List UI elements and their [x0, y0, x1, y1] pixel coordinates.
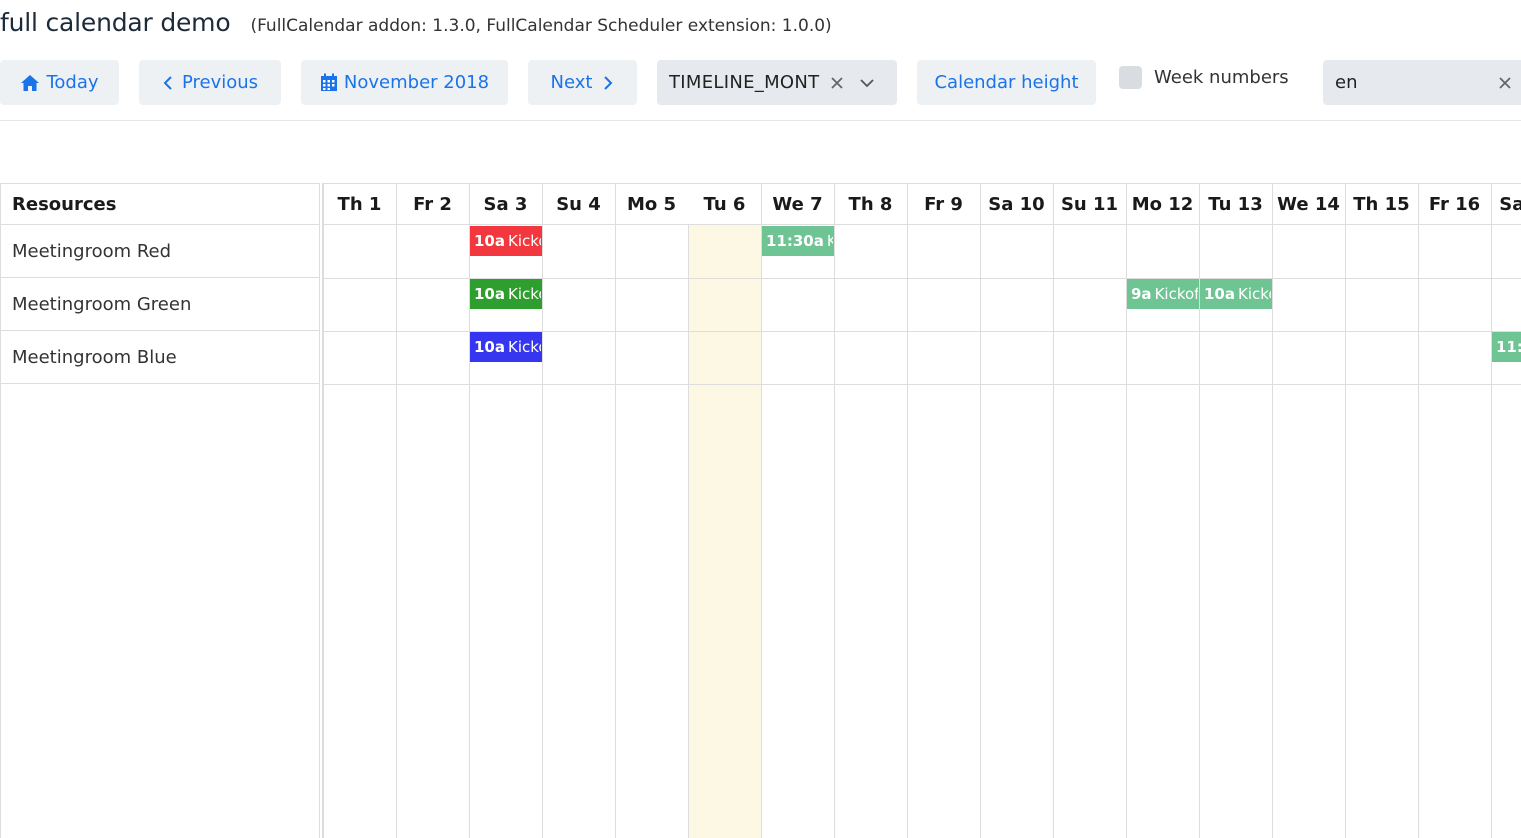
day-header: Sa 10 — [980, 183, 1053, 225]
calendar-event[interactable]: 10aKickoff — [1200, 279, 1272, 309]
event-title: Kickoff — [1154, 285, 1199, 303]
event-time: 11:30a — [1496, 338, 1521, 356]
calendar-event[interactable]: 11:30aKickoff — [762, 226, 834, 256]
calendar-event[interactable]: 10aKickoff — [470, 332, 542, 362]
day-column[interactable] — [396, 183, 469, 838]
toolbar: Today Previous November 2018 Next TIMELI… — [0, 60, 1521, 105]
event-title: Kickoff — [827, 232, 833, 250]
event-time: 10a — [474, 232, 505, 250]
event-time: 10a — [474, 285, 505, 303]
resources-header: Resources — [1, 183, 320, 225]
chevron-down-icon[interactable] — [853, 78, 881, 88]
week-numbers-checkbox[interactable]: Week numbers — [1119, 62, 1289, 92]
day-column[interactable] — [615, 183, 688, 838]
locale-select[interactable]: en — [1323, 60, 1521, 105]
today-button[interactable]: Today — [0, 60, 119, 105]
next-button[interactable]: Next — [528, 60, 637, 105]
resource-row: Meetingroom Green — [1, 278, 320, 331]
day-header: Su 4 — [542, 183, 615, 225]
today-label: Today — [46, 72, 99, 93]
timeline-area: Th 1 Fr 2 Sa 3 Su 4 Mo 5 Tu 6 We 7 Th 8 Fr 9 Sa 1… — [323, 183, 1521, 838]
day-header: Tu 6 — [688, 183, 761, 225]
day-header: Su 11 — [1053, 183, 1126, 225]
day-header: Fr 16 — [1418, 183, 1491, 225]
day-header: We 14 — [1272, 183, 1345, 225]
day-column[interactable] — [688, 183, 761, 838]
day-column[interactable] — [980, 183, 1053, 838]
day-header: Th 8 — [834, 183, 907, 225]
event-title: Kickoff — [508, 285, 541, 303]
event-title: Kickoff — [1238, 285, 1271, 303]
date-label: November 2018 — [343, 72, 490, 93]
date-picker-button[interactable]: November 2018 — [301, 60, 508, 105]
week-numbers-box[interactable] — [1119, 65, 1142, 89]
day-header: Mo 5 — [615, 183, 688, 225]
calendar-event[interactable]: 10aKickoff — [470, 279, 542, 309]
event-time: 11:30a — [766, 232, 824, 250]
day-column[interactable] — [907, 183, 980, 838]
calendar-height-button[interactable]: Calendar height — [917, 60, 1096, 105]
resource-row-divider — [323, 384, 1521, 385]
page-header: full calendar demo (FullCalendar addon: … — [0, 8, 832, 44]
day-header: Fr 9 — [907, 183, 980, 225]
day-column[interactable] — [1418, 183, 1491, 838]
day-column[interactable] — [761, 183, 834, 838]
day-header: Sa 17 — [1491, 183, 1521, 225]
event-time: 10a — [474, 338, 505, 356]
page-title: full calendar demo — [0, 8, 231, 37]
day-column[interactable] — [834, 183, 907, 838]
day-column[interactable] — [323, 183, 396, 838]
event-title: Kickoff — [508, 338, 541, 356]
chevron-left-icon — [162, 75, 176, 91]
day-header: Sa 3 — [469, 183, 542, 225]
event-time: 9a — [1131, 285, 1152, 303]
day-header: Th 15 — [1345, 183, 1418, 225]
day-header: We 7 — [761, 183, 834, 225]
close-icon[interactable] — [1489, 76, 1521, 90]
day-column[interactable] — [1053, 183, 1126, 838]
previous-button[interactable]: Previous — [139, 60, 281, 105]
resource-area: Resources Meetingroom Red Meetingroom Gr… — [0, 183, 320, 838]
next-label: Next — [550, 72, 593, 93]
day-header: Mo 12 — [1126, 183, 1199, 225]
previous-label: Previous — [181, 72, 259, 93]
day-header: Th 1 — [323, 183, 396, 225]
close-icon[interactable] — [821, 76, 853, 90]
calendar: Resources Meetingroom Red Meetingroom Gr… — [0, 183, 1521, 838]
resource-row: Meetingroom Red — [1, 225, 320, 278]
chevron-right-icon — [600, 75, 614, 91]
day-header: Tu 13 — [1199, 183, 1272, 225]
home-icon — [20, 74, 40, 92]
calendar-event[interactable]: 9aKickoff — [1127, 279, 1199, 309]
view-select[interactable]: TIMELINE_MONTH — [657, 60, 897, 105]
calendar-event[interactable]: 11:30aKickoff — [1492, 332, 1521, 362]
day-column[interactable] — [1272, 183, 1345, 838]
resource-row: Meetingroom Blue — [1, 331, 320, 384]
calendar-event[interactable]: 10aKickoff — [470, 226, 542, 256]
day-column[interactable] — [1345, 183, 1418, 838]
view-select-value: TIMELINE_MONTH — [669, 72, 821, 93]
week-numbers-label: Week numbers — [1154, 66, 1289, 88]
day-header: Fr 2 — [396, 183, 469, 225]
calendar-height-label: Calendar height — [934, 72, 1079, 93]
locale-select-value: en — [1335, 72, 1358, 93]
event-time: 10a — [1204, 285, 1235, 303]
day-column[interactable] — [542, 183, 615, 838]
event-title: Kickoff — [508, 232, 541, 250]
calendar-icon — [320, 73, 338, 92]
toolbar-divider — [0, 120, 1521, 121]
day-column[interactable] — [1491, 183, 1521, 838]
version-info: (FullCalendar addon: 1.3.0, FullCalendar… — [250, 16, 832, 36]
